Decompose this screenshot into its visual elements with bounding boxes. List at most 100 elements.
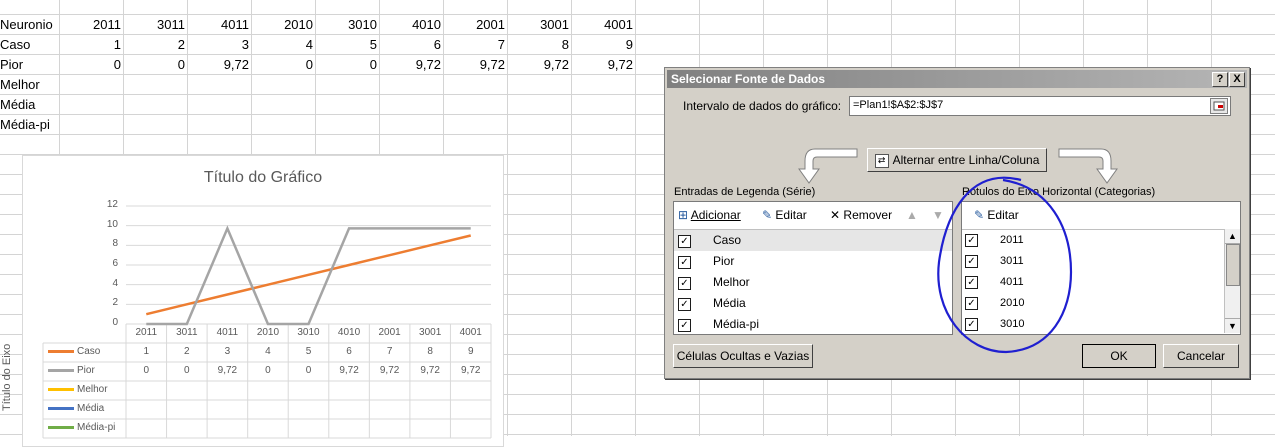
checkbox[interactable]: ✓ [678,298,691,311]
row-label[interactable]: Caso [0,35,30,55]
chart-y-axis-title[interactable]: Título do Eixo [1,344,13,411]
sheet-cell[interactable]: 6 [381,35,441,55]
collapse-dialog-icon[interactable] [1210,98,1228,114]
data-table-value: 4 [265,346,271,357]
sheet-cell[interactable]: 9,72 [509,55,569,75]
sheet-cell[interactable]: 9,72 [381,55,441,75]
switch-icon: ⇄ [874,153,889,168]
scroll-thumb[interactable] [1226,244,1240,286]
legend-label: Pior [77,365,95,376]
sheet-cell[interactable]: 3 [189,35,249,55]
legend-swatch [48,406,74,410]
data-table-value: 9,72 [339,365,359,376]
sheet-cell[interactable]: 9 [573,35,633,55]
chart-area[interactable]: Título do Gráfico Título do Eixo 12 10 8 6 4… [1,155,504,447]
sheet-cell[interactable]: 4001 [573,15,633,35]
series-line-pior [146,225,471,326]
data-table-value: 1 [143,346,150,357]
legend-entries-panel: ⊞ Adicionar ✎ Editar ✕ Remover ▲ ▼ ✓ Caso… [673,201,953,335]
checkbox[interactable]: ✓ [678,256,691,269]
checkbox[interactable]: ✓ [678,235,691,248]
y-tick-label: 0 [112,317,118,328]
sheet-cell[interactable]: 3011 [125,15,185,35]
data-table-value: 6 [346,346,352,357]
series-item[interactable]: ✓ Melhor [674,272,952,293]
sheet-cell[interactable]: 0 [253,55,313,75]
sheet-cell[interactable]: 5 [317,35,377,55]
series-item[interactable]: ✓ Média [674,293,952,314]
legend-entries-header: Entradas de Legenda (Série) [674,186,816,198]
data-table-value: 0 [305,365,312,376]
sheet-cell[interactable]: 2010 [253,15,313,35]
y-tick-label: 8 [112,238,118,250]
row-label[interactable]: Melhor [0,75,40,95]
sheet-cell[interactable]: 7 [445,35,505,55]
sheet-cell[interactable]: 4011 [189,15,249,35]
select-data-source-dialog: Selecionar Fonte de Dados ? X Intervalo … [664,67,1250,379]
data-table-value: 9,72 [420,365,440,376]
sheet-cell[interactable]: 1 [61,35,121,55]
dialog-titlebar[interactable]: Selecionar Fonte de Dados ? X [667,70,1247,88]
checkbox[interactable]: ✓ [678,319,691,332]
remove-icon: ✕ [830,208,841,222]
y-tick-label: 2 [112,297,118,309]
sheet-cell[interactable]: 2011 [61,15,121,35]
edit-series-button[interactable]: ✎ Editar [762,208,807,222]
sheet-cell[interactable]: 9,72 [445,55,505,75]
legend-swatch [48,387,74,391]
row-label[interactable]: Média [0,95,35,115]
legend-swatch [48,368,74,372]
sheet-cell[interactable]: 8 [509,35,569,55]
edit-label: Editar [775,208,807,222]
move-up-button[interactable]: ▲ [906,208,918,222]
close-button[interactable]: X [1229,72,1245,87]
cancel-button[interactable]: Cancelar [1163,344,1239,368]
sheet-cell[interactable]: 9,72 [573,55,633,75]
sheet-cell[interactable]: 3010 [317,15,377,35]
sheet-cell[interactable]: 2001 [445,15,505,35]
row-label[interactable]: Pior [0,55,23,75]
y-tick-label: 12 [106,199,118,210]
sheet-cell[interactable]: 0 [61,55,121,75]
series-item[interactable]: ✓ Média-pi [674,314,952,335]
legend-label: Média-pi [77,422,116,433]
series-item-label: Pior [713,254,735,268]
curved-arrow-left-icon [798,148,858,184]
switch-row-column-button[interactable]: ⇄ Alternar entre Linha/Coluna [867,148,1047,172]
sheet-cell[interactable]: 3001 [509,15,569,35]
sheet-cell[interactable]: 4010 [381,15,441,35]
range-input[interactable]: =Plan1!$A$2:$J$7 [849,96,1231,116]
sheet-cell[interactable]: 0 [317,55,377,75]
hidden-empty-cells-button[interactable]: Células Ocultas e Vazias [673,344,813,368]
help-button[interactable]: ? [1212,72,1228,87]
scroll-down-icon[interactable]: ▼ [1225,318,1240,333]
sheet-cell[interactable]: 4 [253,35,313,55]
x-category-label: 3011 [176,327,198,338]
add-icon: ⊞ [678,208,689,222]
row-label[interactable]: Neuronio [0,15,53,35]
sheet-cell[interactable]: 2 [125,35,185,55]
data-table-value: 0 [265,365,271,376]
series-list: ✓ Caso ✓ Pior ✓ Melhor ✓ Média ✓ Média-pi [674,229,952,335]
series-item[interactable]: ✓ Pior [674,251,952,272]
legend-key: Média [48,403,104,414]
remove-series-button[interactable]: ✕ Remover [830,208,892,222]
legend-swatch [48,425,74,429]
data-table-value: 9,72 [379,365,400,376]
category-scrollbar[interactable]: ▲ ▼ [1224,229,1240,333]
data-table-value: 2 [184,346,190,357]
row-label[interactable]: Média-pi [0,115,50,135]
series-item-label: Média-pi [713,317,760,331]
sheet-cell[interactable]: 0 [125,55,185,75]
ok-button[interactable]: OK [1082,344,1156,368]
legend-key: Média-pi [48,422,115,433]
checkbox[interactable]: ✓ [678,277,691,290]
range-value: =Plan1!$A$2:$J$7 [853,99,944,111]
add-series-button[interactable]: ⊞ Adicionar [678,208,741,222]
legend-label: Melhor [77,384,108,395]
series-item[interactable]: ✓ Caso [674,230,952,251]
hand-drawn-circle-annotation [937,176,1073,354]
data-table-value: 8 [427,346,433,357]
sheet-cell[interactable]: 9,72 [189,55,249,75]
scroll-up-icon[interactable]: ▲ [1225,229,1240,244]
